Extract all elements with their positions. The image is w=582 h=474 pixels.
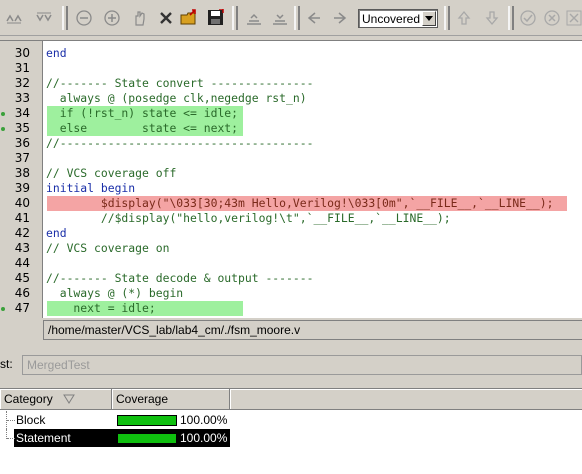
toolbar-separator: [444, 6, 450, 30]
coverage-table: Category Coverage Block 100.00% Statement 1…: [0, 388, 582, 474]
check-icon[interactable]: [518, 8, 538, 28]
test-name-field: MergedTest: [22, 355, 582, 375]
coverage-bar: [117, 433, 177, 444]
line-number: 38: [14, 166, 30, 180]
coverage-percent: 100.00%: [180, 431, 228, 445]
coverage-filter-select[interactable]: Uncovered: [358, 9, 438, 28]
coverage-marker-icon: [1, 127, 5, 131]
toolbar-separator: [294, 6, 300, 30]
coverage-bar: [117, 415, 177, 426]
coverage-filter-value: Uncovered: [362, 12, 421, 26]
line-number-gutter: 30 31 32 33 34 35 36 37 38 39 40 41 42 43 44 45 46 47: [0, 41, 43, 318]
toolbar-separator: [508, 6, 514, 30]
line-number: 43: [14, 241, 30, 255]
tree-connector: [6, 429, 15, 439]
line-number: 40: [14, 196, 30, 210]
code-line: // VCS coverage on: [46, 241, 170, 255]
line-number: 37: [14, 151, 30, 165]
next-uncovered-icon[interactable]: [482, 8, 502, 28]
column-header-category[interactable]: Category: [0, 389, 112, 410]
line-number: 30: [14, 46, 30, 60]
code-line: //------- State decode & output -------: [46, 271, 314, 285]
code-line: $display("\033[30;43m Hello,Verilog!\033…: [46, 196, 554, 210]
source-code-panel[interactable]: 30 31 32 33 34 35 36 37 38 39 40 41 42 43 44 45 46 47 end…: [0, 40, 582, 318]
down-layer-icon[interactable]: [270, 8, 290, 28]
coverage-marker-icon: [1, 307, 5, 311]
line-number: 36: [14, 136, 30, 150]
code-line: always @ (posedge clk,negedge rst_n): [46, 91, 307, 105]
coverage-table-header: Category Coverage: [0, 389, 582, 410]
minus-icon[interactable]: [74, 8, 94, 28]
code-line: //------- State convert ---------------: [46, 76, 314, 90]
coverage-percent: 100.00%: [180, 413, 228, 427]
line-number: 32: [14, 76, 30, 90]
sort-triangle-icon: [63, 394, 75, 404]
code-line: next = idle;: [46, 301, 156, 315]
toolbar-separator: [232, 6, 238, 30]
line-number: 41: [14, 211, 30, 225]
test-name-value: MergedTest: [27, 358, 90, 372]
up-layer-icon[interactable]: [244, 8, 264, 28]
code-line: //$display("hello,verilog!\t",`__FILE__,…: [46, 211, 451, 225]
code-line: always @ (*) begin: [46, 286, 184, 300]
hand-icon[interactable]: [130, 8, 150, 28]
line-number: 42: [14, 226, 30, 240]
prev-uncovered-icon[interactable]: [454, 8, 474, 28]
line-number: 44: [14, 256, 30, 270]
code-line: // VCS coverage off: [46, 166, 177, 180]
line-number: 33: [14, 91, 30, 105]
file-path-bar: /home/master/VCS_lab/lab4_cm/./fsm_moore…: [43, 320, 582, 340]
cancel-icon[interactable]: [542, 8, 562, 28]
category-name: Statement: [16, 431, 71, 445]
tree-connector: [6, 411, 15, 429]
save-icon[interactable]: [206, 8, 226, 28]
column-header-coverage-label: Coverage: [116, 392, 169, 406]
category-name: Block: [16, 413, 46, 427]
coverage-row[interactable]: Statement 100.00%: [0, 429, 582, 447]
code-line: if (!rst_n) state <= idle;: [46, 106, 239, 120]
toolbar-separator: [62, 6, 68, 30]
code-line: else state <= next;: [46, 121, 239, 135]
collapse-up-icon[interactable]: [4, 8, 24, 28]
file-path: /home/master/VCS_lab/lab4_cm/./fsm_moore…: [48, 323, 301, 337]
code-line: initial begin: [46, 181, 136, 195]
line-number: 39: [14, 181, 30, 195]
test-label: st:: [0, 357, 13, 371]
code-line: end: [46, 226, 67, 240]
expand-down-icon[interactable]: [34, 8, 54, 28]
chevron-down-icon[interactable]: [422, 11, 436, 26]
back-arrow-icon[interactable]: [304, 8, 324, 28]
line-number: 31: [14, 61, 30, 75]
close-icon[interactable]: [564, 8, 582, 28]
toolbar: Uncovered: [0, 0, 582, 36]
open-folder-icon[interactable]: [180, 8, 200, 28]
delete-icon[interactable]: [156, 8, 176, 28]
line-number: 45: [14, 271, 30, 285]
column-header-category-label: Category: [4, 392, 53, 406]
coverage-bar-fill: [118, 434, 176, 443]
coverage-bar-fill: [118, 416, 176, 425]
coverage-marker-icon: [1, 112, 5, 116]
forward-arrow-icon[interactable]: [330, 8, 350, 28]
coverage-row[interactable]: Block 100.00%: [0, 411, 582, 429]
test-row: st: MergedTest: [0, 354, 582, 376]
column-header-empty: [230, 389, 582, 410]
plus-icon[interactable]: [102, 8, 122, 28]
code-line: end: [46, 46, 67, 60]
code-line: //-------------------------------------: [46, 136, 314, 150]
line-number: 46: [14, 286, 30, 300]
column-header-coverage[interactable]: Coverage: [112, 389, 230, 410]
